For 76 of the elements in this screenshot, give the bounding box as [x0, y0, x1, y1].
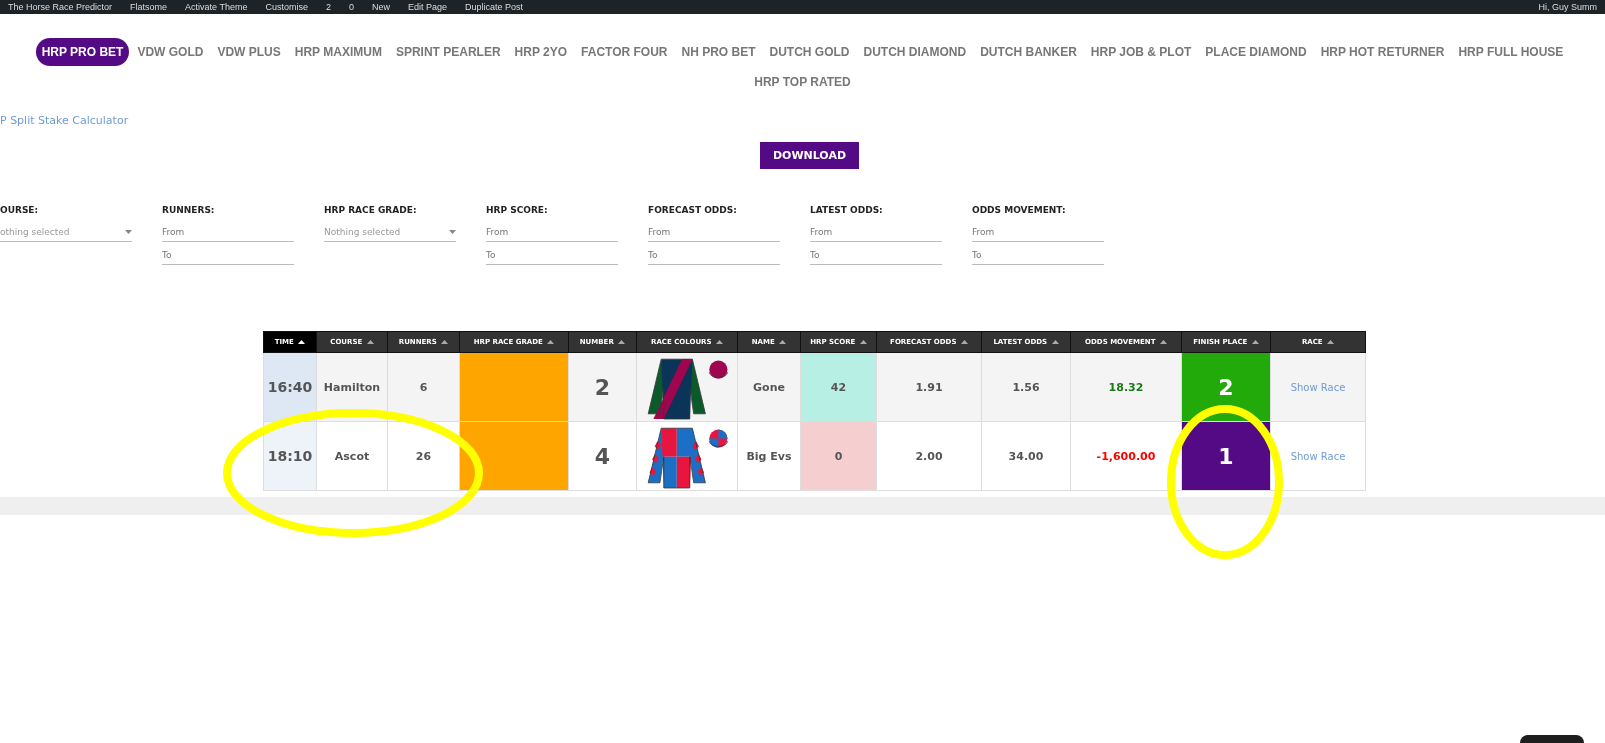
input-field[interactable]: To [972, 246, 1104, 265]
table-cell: Ascot [316, 421, 388, 491]
sort-arrow-icon [1159, 340, 1167, 345]
sort-arrow-icon [618, 340, 626, 345]
sort-arrow-icon [960, 340, 968, 345]
toolbar-link[interactable]: 0 [348, 0, 354, 14]
toolbar-link[interactable]: Flatsome [130, 0, 168, 14]
caret-icon [449, 230, 456, 234]
table-cell: -1,600.00 [1070, 421, 1182, 491]
nav-tab[interactable]: FACTOR FOUR [575, 38, 674, 66]
toolbar-link[interactable]: Duplicate Post [465, 0, 524, 14]
nav-tab[interactable]: VDW GOLD [131, 38, 210, 66]
input-field[interactable]: To [810, 246, 942, 265]
number-cell: 2 [568, 352, 637, 422]
input-field[interactable]: To [486, 246, 618, 265]
sort-arrow-icon [779, 340, 787, 345]
nav-tab[interactable]: HRP MAXIMUM [288, 38, 388, 66]
time-cell: 18:10 [263, 421, 317, 491]
score-cell: 0 [800, 421, 877, 491]
nav-tab[interactable]: PLACE DIAMOND [1199, 38, 1313, 66]
filter-label: RUNNERS: [162, 205, 216, 215]
download-button[interactable]: DOWNLOAD [759, 142, 860, 169]
nav-tab[interactable]: NH PRO BET [675, 38, 762, 66]
filter-label: LATEST ODDS: [810, 205, 884, 215]
sort-arrow-icon [441, 340, 449, 345]
toolbar-link[interactable]: Edit Page [408, 0, 448, 14]
table-cell: 1.56 [981, 352, 1071, 422]
sort-arrow-icon [298, 340, 306, 345]
input-field[interactable]: From [486, 223, 618, 242]
toolbar-link[interactable]: New [372, 0, 390, 14]
chat-widget[interactable] [1520, 735, 1584, 743]
time-cell: 16:40 [263, 352, 317, 422]
input-field[interactable]: From [162, 223, 294, 242]
sort-arrow-icon [547, 340, 555, 345]
table-cell: 18.32 [1070, 352, 1182, 422]
sort-arrow-icon [1251, 340, 1259, 345]
nav-tab[interactable]: HRP PRO BET [35, 38, 130, 66]
table-cell: Gone [737, 352, 801, 422]
table-cell: Big Evs [737, 421, 801, 491]
input-field[interactable]: From [648, 223, 780, 242]
nav-tab[interactable]: HRP TOP RATED [748, 68, 857, 96]
input-field[interactable]: To [648, 246, 780, 265]
filter-label: HRP SCORE: [486, 205, 549, 215]
sort-arrow-icon [859, 340, 867, 345]
nav-tab[interactable]: HRP 2YO [508, 38, 574, 66]
filter-label: ODDS MOVEMENT: [972, 205, 1067, 215]
input-field[interactable]: To [162, 246, 294, 265]
toolbar-link[interactable]: Activate Theme [185, 0, 248, 14]
score-cell: 42 [800, 352, 877, 422]
filter-label: FORECAST ODDS: [648, 205, 738, 215]
nav-tab[interactable]: DUTCH GOLD [763, 38, 856, 66]
nav-tab[interactable]: DUTCH BANKER [974, 38, 1083, 66]
table-cell: 34.00 [981, 421, 1071, 491]
nav-tab[interactable]: HRP JOB & PLOT [1084, 38, 1198, 66]
filter-label: HRP RACE GRADE: [324, 205, 418, 215]
table-cell: 2.00 [876, 421, 982, 491]
sort-arrow-icon [1327, 340, 1335, 345]
sort-arrow-icon [716, 340, 723, 345]
number-cell: 4 [568, 421, 637, 491]
caret-icon [125, 230, 132, 234]
nav-tab[interactable]: SPRINT PEARLER [389, 38, 507, 66]
toolbar-link[interactable]: The Horse Race Predictor [8, 0, 113, 14]
user-greeting[interactable]: Hi, Guy Summ [1538, 0, 1597, 14]
nav-tab[interactable]: VDW PLUS [211, 38, 287, 66]
toolbar-link[interactable]: Customise [265, 0, 308, 14]
input-field[interactable]: From [972, 223, 1104, 242]
nav-tab[interactable]: DUTCH DIAMOND [857, 38, 973, 66]
input-field[interactable]: From [810, 223, 942, 242]
sort-arrow-icon [1051, 340, 1059, 345]
table-cell: 1.91 [876, 352, 982, 422]
nav-tab[interactable]: HRP FULL HOUSE [1452, 38, 1570, 66]
filter-label: OURSE: [0, 205, 40, 215]
sort-arrow-icon [366, 340, 374, 345]
table-cell: 6 [387, 352, 460, 422]
nav-tab[interactable]: HRP HOT RETURNER [1314, 38, 1451, 66]
toolbar-link[interactable]: 2 [325, 0, 331, 14]
